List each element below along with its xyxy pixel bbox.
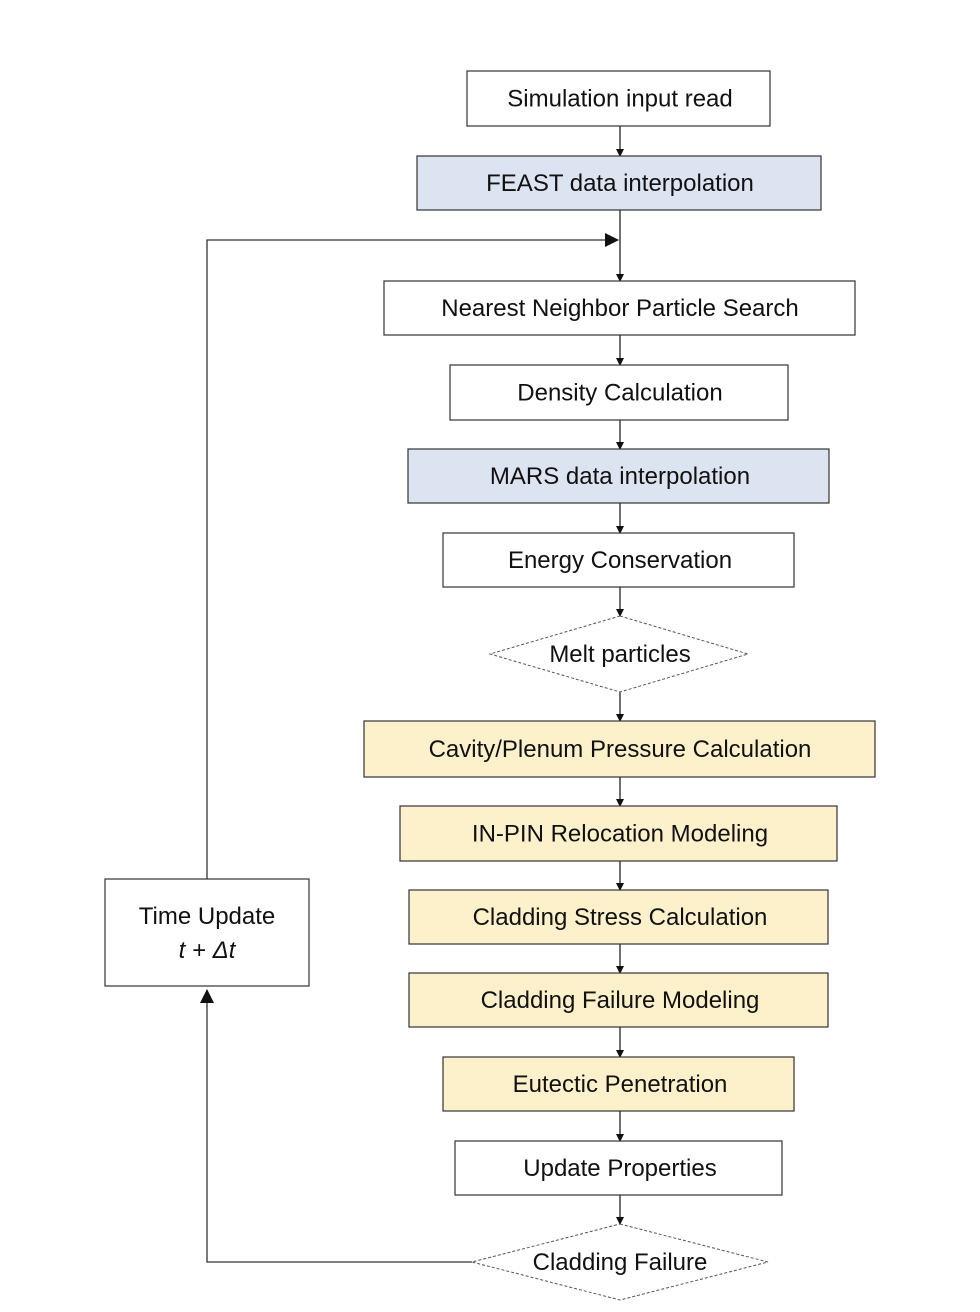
step-label: Cladding Failure Modeling	[481, 987, 760, 1014]
step-label: Cladding Stress Calculation	[473, 904, 768, 931]
step-cavity-plenum-pressure-calculation: Cavity/Plenum Pressure Calculation	[363, 720, 876, 778]
step-nearest-neighbor-particle-search: Nearest Neighbor Particle Search	[383, 280, 856, 336]
step-mars-data-interpolation: MARS data interpolation	[407, 448, 830, 504]
step-label: Density Calculation	[517, 380, 722, 407]
time-update-formula: t + Δt	[179, 937, 237, 964]
step-label: FEAST data interpolation	[486, 170, 754, 197]
step-simulation-input-read: Simulation input read	[466, 70, 771, 127]
step-cladding-failure: Cladding Failure	[471, 1223, 769, 1301]
step-label: Cavity/Plenum Pressure Calculation	[429, 736, 812, 763]
step-label: Energy Conservation	[508, 547, 732, 574]
step-label: IN-PIN Relocation Modeling	[472, 821, 768, 848]
step-feast-data-interpolation: FEAST data interpolation	[416, 155, 822, 211]
step-label: Nearest Neighbor Particle Search	[441, 295, 799, 322]
step-density-calculation: Density Calculation	[449, 364, 789, 421]
step-label: Melt particles	[549, 641, 690, 668]
step-cladding-stress-calculation: Cladding Stress Calculation	[408, 889, 829, 945]
time-update-box: Time Update t + Δt	[104, 878, 310, 987]
step-update-properties: Update Properties	[454, 1140, 783, 1196]
step-melt-particles: Melt particles	[488, 615, 750, 693]
step-in-pin-relocation-modeling: IN-PIN Relocation Modeling	[399, 805, 838, 862]
step-label: Update Properties	[523, 1155, 716, 1182]
step-label: Eutectic Penetration	[513, 1071, 728, 1098]
time-update-title: Time Update	[139, 903, 276, 930]
step-label: MARS data interpolation	[490, 463, 750, 490]
flowchart: Simulation input read FEAST data interpol…	[104, 70, 876, 1301]
step-label: Cladding Failure	[533, 1249, 708, 1276]
loop-back-arrow	[200, 989, 472, 1263]
step-energy-conservation: Energy Conservation	[442, 532, 795, 588]
step-cladding-failure-modeling: Cladding Failure Modeling	[408, 972, 829, 1028]
step-eutectic-penetration: Eutectic Penetration	[442, 1056, 795, 1112]
step-label: Simulation input read	[507, 86, 732, 113]
